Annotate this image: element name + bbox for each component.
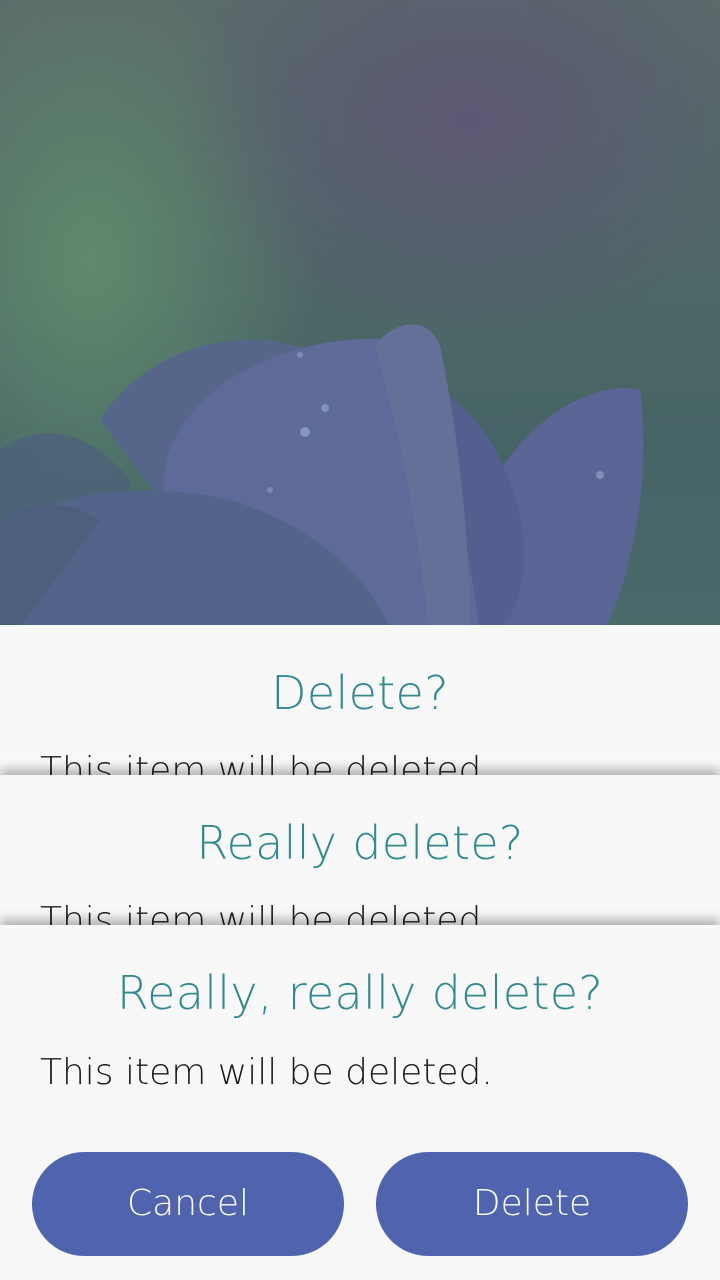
screen: Delete? This item will be deleted. Reall… bbox=[0, 0, 720, 1280]
dialog-title: Really, really delete? bbox=[116, 966, 604, 1020]
tulip-illustration bbox=[0, 324, 644, 640]
cancel-button[interactable]: Cancel bbox=[32, 1152, 344, 1256]
dialog-title: Really delete? bbox=[196, 816, 524, 870]
delete-dialog: Delete? This item will be deleted. bbox=[0, 625, 720, 785]
dialog-title: Delete? bbox=[271, 666, 449, 720]
dialog-message: This item will be deleted. bbox=[40, 1052, 493, 1093]
wallpaper-image bbox=[0, 0, 720, 640]
really-delete-dialog: Really delete? This item will be deleted… bbox=[0, 775, 720, 935]
delete-button[interactable]: Delete bbox=[376, 1152, 688, 1256]
really-really-delete-dialog: Really, really delete? This item will be… bbox=[0, 925, 720, 1280]
